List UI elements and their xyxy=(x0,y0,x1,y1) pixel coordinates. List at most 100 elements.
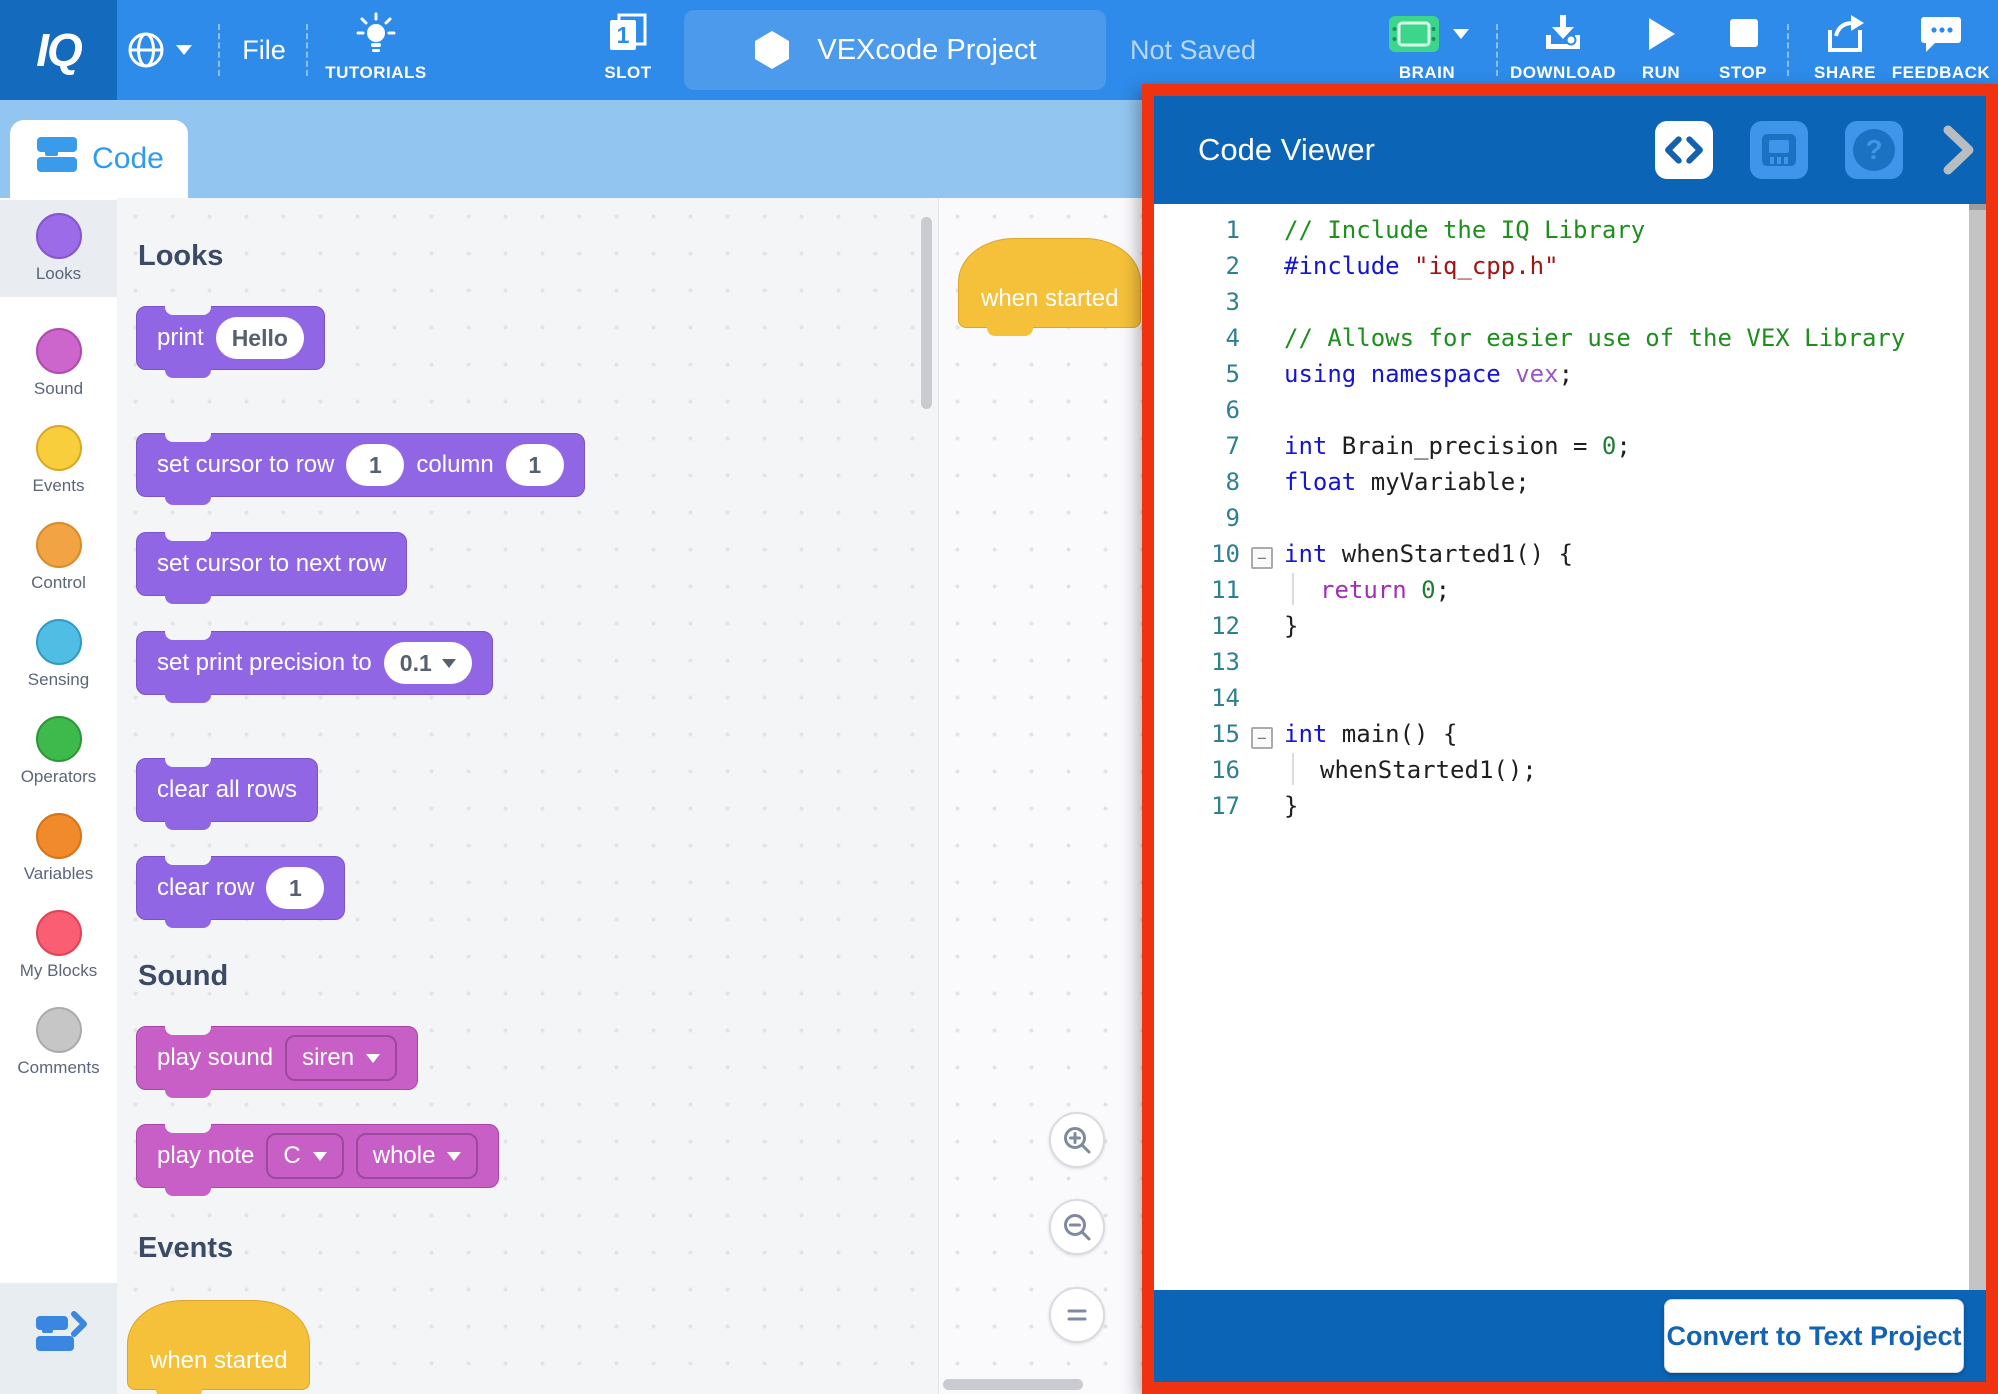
feedback-icon xyxy=(1918,8,1964,60)
block-clear-row[interactable]: clear row 1 xyxy=(136,856,345,920)
code-line: 14 xyxy=(1154,680,1986,716)
zoom-reset-button[interactable] xyxy=(1049,1287,1105,1343)
clear-row-value-input[interactable]: 1 xyxy=(266,867,324,909)
code-line: 15−int main() { xyxy=(1154,716,1986,752)
looks-category-icon xyxy=(36,213,82,259)
sound-dropdown[interactable]: siren xyxy=(285,1035,397,1081)
toolbar-divider xyxy=(306,24,308,76)
help-icon: ? xyxy=(1853,129,1895,171)
block-print[interactable]: print Hello xyxy=(136,306,325,370)
palette-scrollbar[interactable] xyxy=(921,217,932,409)
sidebar-item-sensing[interactable]: Sensing xyxy=(0,606,117,703)
code-brackets-icon xyxy=(1662,128,1706,172)
indent-guide xyxy=(1292,753,1294,785)
duration-dropdown[interactable]: whole xyxy=(356,1133,479,1179)
tutorials-button[interactable]: TUTORIALS xyxy=(321,8,431,94)
print-value-input[interactable]: Hello xyxy=(216,317,304,359)
block-set-cursor-row-column[interactable]: set cursor to row 1 column 1 xyxy=(136,433,585,497)
stop-icon xyxy=(1723,8,1763,60)
comments-category-icon xyxy=(36,1007,82,1053)
note-dropdown[interactable]: C xyxy=(266,1133,343,1179)
toolbar-divider xyxy=(218,24,220,76)
tab-code[interactable]: Code xyxy=(10,120,188,198)
sidebar-item-looks[interactable]: Looks xyxy=(0,200,117,297)
fold-collapse-icon[interactable]: − xyxy=(1251,727,1273,749)
file-menu[interactable]: File xyxy=(232,0,296,100)
palette-section-sound: Sound xyxy=(138,960,228,993)
palette-section-looks: Looks xyxy=(138,240,223,273)
brain-device-icon xyxy=(1759,132,1799,168)
palette-section-events: Events xyxy=(138,1232,233,1265)
block-label: clear row xyxy=(157,874,254,902)
code-line: 7int Brain_precision = 0; xyxy=(1154,428,1986,464)
project-name: VEXcode Project xyxy=(817,34,1036,67)
code-view-toggle-button[interactable] xyxy=(1655,121,1713,179)
download-button[interactable]: DOWNLOAD xyxy=(1508,8,1618,94)
help-button[interactable]: ? xyxy=(1845,121,1903,179)
precision-value: 0.1 xyxy=(400,650,432,677)
feedback-button[interactable]: FEEDBACK xyxy=(1884,8,1998,94)
zoom-in-icon xyxy=(1061,1124,1093,1156)
canvas-horizontal-scrollbar[interactable] xyxy=(943,1379,1083,1390)
brain-monitor-button[interactable] xyxy=(1750,121,1808,179)
note-value: C xyxy=(283,1142,300,1170)
sidebar-item-events[interactable]: Events xyxy=(0,412,117,509)
fold-collapse-icon[interactable]: − xyxy=(1251,547,1273,569)
code-viewer-footer: Convert to Text Project xyxy=(1154,1290,1986,1382)
category-sidebar: Looks Sound Events Control Sensing Opera… xyxy=(0,198,117,1394)
indent-guide xyxy=(1292,573,1294,605)
block-when-started-canvas[interactable]: when started xyxy=(958,238,1141,328)
vexcode-app: Code Looks Sound Events print Hello set … xyxy=(0,0,1998,1394)
toolbar-divider xyxy=(1496,24,1498,76)
block-clear-all-rows[interactable]: clear all rows xyxy=(136,758,318,822)
block-label: set cursor to row xyxy=(157,451,334,479)
sound-category-icon xyxy=(36,328,82,374)
stop-button[interactable]: STOP xyxy=(1692,8,1794,94)
sidebar-item-control[interactable]: Control xyxy=(0,509,117,606)
code-viewer-panel: Code Viewer ? 1// Include the IQ Library… xyxy=(1142,84,1998,1394)
my-blocks-category-icon xyxy=(36,910,82,956)
sidebar-item-comments[interactable]: Comments xyxy=(0,994,117,1091)
sidebar-item-my-blocks[interactable]: My Blocks xyxy=(0,897,117,994)
collapse-palette-button[interactable] xyxy=(28,1308,90,1369)
collapse-panel-chevron[interactable] xyxy=(1940,121,1978,179)
dropdown-caret-icon xyxy=(366,1054,380,1063)
code-viewer-scrollbar[interactable] xyxy=(1969,204,1986,1290)
code-line: 11return 0; xyxy=(1154,572,1986,608)
share-button[interactable]: SHARE xyxy=(1792,8,1898,94)
block-set-cursor-next-row[interactable]: set cursor to next row xyxy=(136,532,407,596)
zoom-out-icon xyxy=(1061,1211,1093,1243)
tab-code-label: Code xyxy=(92,142,164,176)
block-play-sound[interactable]: play sound siren xyxy=(136,1026,418,1090)
precision-dropdown[interactable]: 0.1 xyxy=(384,642,472,684)
zoom-out-button[interactable] xyxy=(1049,1199,1105,1255)
column-value-input[interactable]: 1 xyxy=(506,444,564,486)
project-name-button[interactable]: VEXcode Project xyxy=(684,10,1106,90)
convert-to-text-button[interactable]: Convert to Text Project xyxy=(1664,1299,1964,1373)
control-category-icon xyxy=(36,522,82,568)
brain-icon xyxy=(1385,12,1443,56)
duration-value: whole xyxy=(373,1142,436,1170)
block-when-started-palette[interactable]: when started xyxy=(127,1300,310,1390)
sidebar-item-operators[interactable]: Operators xyxy=(0,703,117,800)
block-play-note[interactable]: play note C whole xyxy=(136,1124,499,1188)
download-icon xyxy=(1540,8,1586,60)
variables-category-icon xyxy=(36,813,82,859)
zoom-in-button[interactable] xyxy=(1049,1112,1105,1168)
block-set-print-precision[interactable]: set print precision to 0.1 xyxy=(136,631,493,695)
row-value-input[interactable]: 1 xyxy=(346,444,404,486)
slot-button[interactable]: 1 SLOT xyxy=(573,8,683,94)
dropdown-caret-icon xyxy=(313,1152,327,1161)
sidebar-item-variables[interactable]: Variables xyxy=(0,800,117,897)
brain-button[interactable]: BRAIN xyxy=(1367,8,1487,94)
language-selector[interactable] xyxy=(118,0,198,100)
code-line: 2#include "iq_cpp.h" xyxy=(1154,248,1986,284)
code-line: 16whenStarted1(); xyxy=(1154,752,1986,788)
sidebar-item-sound[interactable]: Sound xyxy=(0,315,117,412)
sensing-category-icon xyxy=(36,619,82,665)
globe-icon xyxy=(125,29,167,71)
code-viewer-title: Code Viewer xyxy=(1198,132,1375,168)
hexagon-icon xyxy=(753,29,791,71)
code-line: 17} xyxy=(1154,788,1986,824)
code-editor[interactable]: 1// Include the IQ Library 2#include "iq… xyxy=(1154,204,1986,1290)
